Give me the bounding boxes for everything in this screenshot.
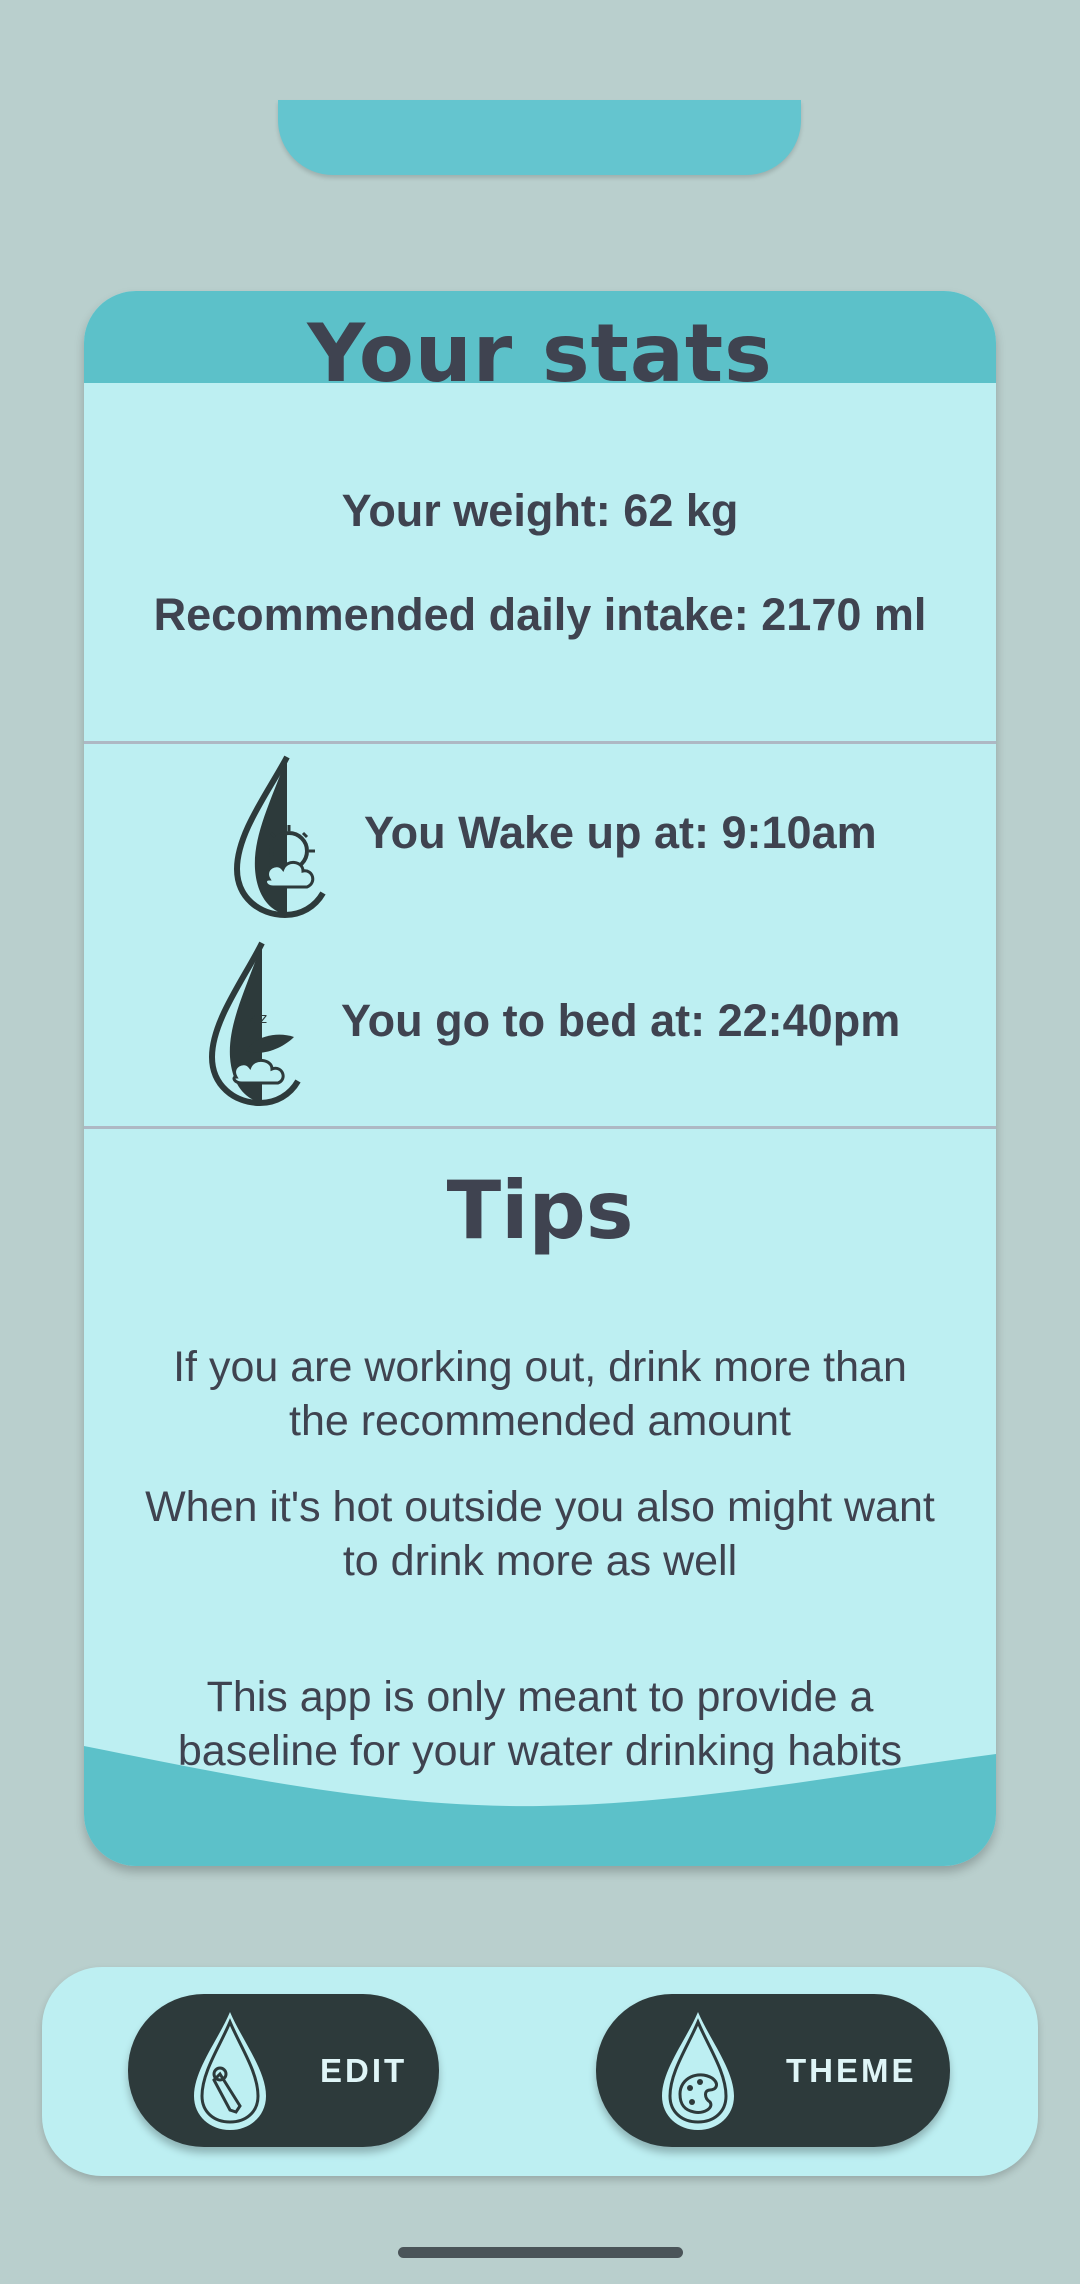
weight-text: Your weight: 62 kg: [341, 485, 739, 536]
stats-title: Your stats: [307, 307, 773, 400]
bed-time-text: You go to bed at: 22:40pm: [341, 995, 901, 1046]
theme-button[interactable]: THEME: [596, 1994, 950, 2147]
home-indicator[interactable]: [398, 2247, 683, 2258]
moon-water-drop-icon: z z: [208, 941, 301, 1107]
daily-intake-text: Recommended daily intake: 2170 ml: [153, 589, 927, 640]
wake-row: You Wake up at: 9:10am: [84, 751, 996, 921]
tip-item: If you are working out, drink more than …: [173, 1343, 907, 1445]
theme-label: THEME: [786, 2052, 917, 2089]
tip-item: When it's hot outside you also might wan…: [145, 1483, 935, 1585]
divider: [84, 741, 996, 744]
palette-water-drop-icon: [662, 2012, 734, 2130]
tips-title: Tips: [446, 1164, 634, 1257]
sun-water-drop-icon: [233, 755, 326, 919]
pencil-water-drop-icon: [194, 2012, 266, 2130]
svg-text:z z: z z: [248, 1011, 267, 1027]
edit-label: EDIT: [320, 2052, 408, 2089]
divider: [84, 1126, 996, 1129]
top-tab: [278, 100, 801, 175]
bed-row: z z You go to bed at: 22:40pm: [84, 939, 996, 1109]
stats-card: Your stats Your weight: 62 kg Recommende…: [84, 291, 996, 1866]
bottom-bar: EDIT THEME: [42, 1967, 1038, 2176]
disclaimer-text: This app is only meant to provide a base…: [177, 1673, 903, 1775]
wake-time-text: You Wake up at: 9:10am: [364, 807, 877, 858]
edit-button[interactable]: EDIT: [128, 1994, 439, 2147]
